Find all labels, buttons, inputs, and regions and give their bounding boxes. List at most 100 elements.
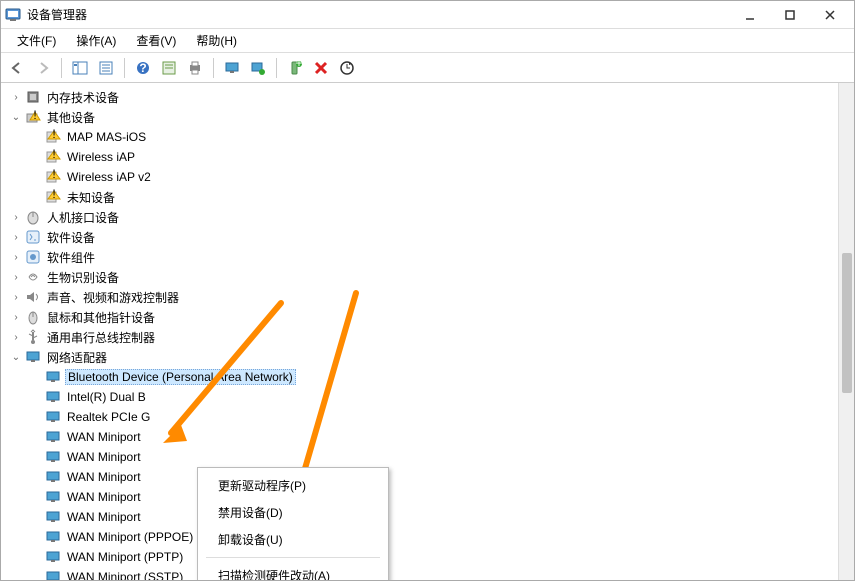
network-adapter-icon xyxy=(45,449,61,465)
network-icon xyxy=(25,349,41,365)
tree-node-wan3[interactable]: WAN Miniport xyxy=(29,467,838,487)
tree-node-other[interactable]: ⌄!其他设备 xyxy=(9,107,838,127)
tree-node-wan-sstp[interactable]: WAN Miniport (SSTP) xyxy=(29,567,838,580)
fingerprint-icon xyxy=(25,269,41,285)
minimize-button[interactable] xyxy=(730,3,770,27)
warning-device-icon: ! xyxy=(45,149,61,165)
chevron-right-icon[interactable]: › xyxy=(9,330,23,344)
network-adapter-icon xyxy=(45,369,61,385)
tree-node-software-comp[interactable]: ›软件组件 xyxy=(9,247,838,267)
app-icon xyxy=(5,7,21,23)
tree-node-software-dev[interactable]: ›软件设备 xyxy=(9,227,838,247)
svg-text:!: ! xyxy=(52,149,55,161)
chevron-right-icon[interactable]: › xyxy=(9,270,23,284)
svg-text:!: ! xyxy=(52,129,55,141)
ctx-disable-device[interactable]: 禁用设备(D) xyxy=(200,499,386,526)
window-title: 设备管理器 xyxy=(27,6,730,23)
menu-bar: 文件(F) 操作(A) 查看(V) 帮助(H) xyxy=(1,29,854,53)
ctx-scan-hardware[interactable]: 扫描检测硬件改动(A) xyxy=(200,562,386,580)
tree-node-wan5[interactable]: WAN Miniport xyxy=(29,507,838,527)
svg-text:?: ? xyxy=(139,61,146,75)
back-button[interactable] xyxy=(5,56,29,80)
tree-node-wirelessiapv2[interactable]: !Wireless iAP v2 xyxy=(29,167,838,187)
tree-node-hid[interactable]: ›人机接口设备 xyxy=(9,207,838,227)
network-adapter-icon xyxy=(45,529,61,545)
svg-text:!: ! xyxy=(52,189,55,201)
properties-button[interactable] xyxy=(94,56,118,80)
tree-node-mapmas[interactable]: !MAP MAS-iOS xyxy=(29,127,838,147)
tree-node-memory[interactable]: ›内存技术设备 xyxy=(9,87,838,107)
print-button[interactable] xyxy=(183,56,207,80)
tree-node-wan-pppoe[interactable]: WAN Miniport (PPPOE) xyxy=(29,527,838,547)
tree-node-wan4[interactable]: WAN Miniport xyxy=(29,487,838,507)
network-adapter-icon xyxy=(45,549,61,565)
close-button[interactable] xyxy=(810,3,850,27)
tree-node-mouse[interactable]: ›鼠标和其他指针设备 xyxy=(9,307,838,327)
tree-node-wan-pptp[interactable]: WAN Miniport (PPTP) xyxy=(29,547,838,567)
monitor-button[interactable] xyxy=(220,56,244,80)
svg-text:+: + xyxy=(295,60,302,70)
warning-device-icon: ! xyxy=(45,169,61,185)
title-bar: 设备管理器 xyxy=(1,1,854,29)
toolbar: ? + xyxy=(1,53,854,83)
menu-view[interactable]: 查看(V) xyxy=(126,30,186,51)
svg-text:!: ! xyxy=(33,109,36,122)
tree-node-intel[interactable]: Intel(R) Dual B xyxy=(29,387,838,407)
remove-button[interactable] xyxy=(309,56,333,80)
vertical-scrollbar[interactable] xyxy=(838,83,854,580)
details-button[interactable] xyxy=(157,56,181,80)
network-adapter-icon xyxy=(45,509,61,525)
tree-node-sound[interactable]: ›声音、视频和游戏控制器 xyxy=(9,287,838,307)
chevron-right-icon[interactable]: › xyxy=(9,250,23,264)
help-button[interactable]: ? xyxy=(131,56,155,80)
tree-node-biometric[interactable]: ›生物识别设备 xyxy=(9,267,838,287)
scan-button[interactable] xyxy=(335,56,359,80)
tree-node-realtek[interactable]: Realtek PCIe G xyxy=(29,407,838,427)
speaker-icon xyxy=(25,289,41,305)
tree-node-unknown[interactable]: !未知设备 xyxy=(29,187,838,207)
menu-file[interactable]: 文件(F) xyxy=(7,30,66,51)
ctx-update-driver[interactable]: 更新驱动程序(P) xyxy=(200,472,386,499)
hid-icon xyxy=(25,209,41,225)
tree-node-network[interactable]: ⌄网络适配器 xyxy=(9,347,838,367)
usb-icon xyxy=(25,329,41,345)
scrollbar-thumb[interactable] xyxy=(842,253,852,393)
context-menu: 更新驱动程序(P) 禁用设备(D) 卸载设备(U) 扫描检测硬件改动(A) 属性… xyxy=(197,467,389,580)
tree-node-wan2[interactable]: WAN Miniport xyxy=(29,447,838,467)
network-adapter-icon xyxy=(45,389,61,405)
tree-node-wan1[interactable]: WAN Miniport xyxy=(29,427,838,447)
chevron-down-icon[interactable]: ⌄ xyxy=(9,350,23,364)
chevron-right-icon[interactable]: › xyxy=(9,90,23,104)
maximize-button[interactable] xyxy=(770,3,810,27)
network-adapter-icon xyxy=(45,409,61,425)
chip-icon xyxy=(25,89,41,105)
chevron-right-icon[interactable]: › xyxy=(9,230,23,244)
tree-node-bluetooth-pan[interactable]: Bluetooth Device (Personal Area Network) xyxy=(29,367,838,387)
component-icon xyxy=(25,249,41,265)
add-device-button[interactable]: + xyxy=(283,56,307,80)
menu-help[interactable]: 帮助(H) xyxy=(186,30,247,51)
tree-node-wirelessiap[interactable]: !Wireless iAP xyxy=(29,147,838,167)
menu-action[interactable]: 操作(A) xyxy=(66,30,126,51)
warning-device-icon: ! xyxy=(45,129,61,145)
ctx-uninstall-device[interactable]: 卸载设备(U) xyxy=(200,526,386,553)
device-tree[interactable]: ›内存技术设备 ⌄!其他设备 !MAP MAS-iOS !Wireless iA… xyxy=(1,83,838,580)
showhide-button[interactable] xyxy=(68,56,92,80)
svg-text:!: ! xyxy=(52,169,55,181)
network-adapter-icon xyxy=(45,469,61,485)
chevron-down-icon[interactable]: ⌄ xyxy=(9,110,23,124)
ctx-separator xyxy=(206,557,380,558)
warning-device-icon: ! xyxy=(45,189,61,205)
refresh-button[interactable] xyxy=(246,56,270,80)
chevron-right-icon[interactable]: › xyxy=(9,310,23,324)
chevron-right-icon[interactable]: › xyxy=(9,290,23,304)
network-adapter-icon xyxy=(45,569,61,580)
tree-node-usb[interactable]: ›通用串行总线控制器 xyxy=(9,327,838,347)
network-adapter-icon xyxy=(45,429,61,445)
forward-button[interactable] xyxy=(31,56,55,80)
warning-device-icon: ! xyxy=(25,109,41,125)
chevron-right-icon[interactable]: › xyxy=(9,210,23,224)
network-adapter-icon xyxy=(45,489,61,505)
mouse-icon xyxy=(25,309,41,325)
software-icon xyxy=(25,229,41,245)
